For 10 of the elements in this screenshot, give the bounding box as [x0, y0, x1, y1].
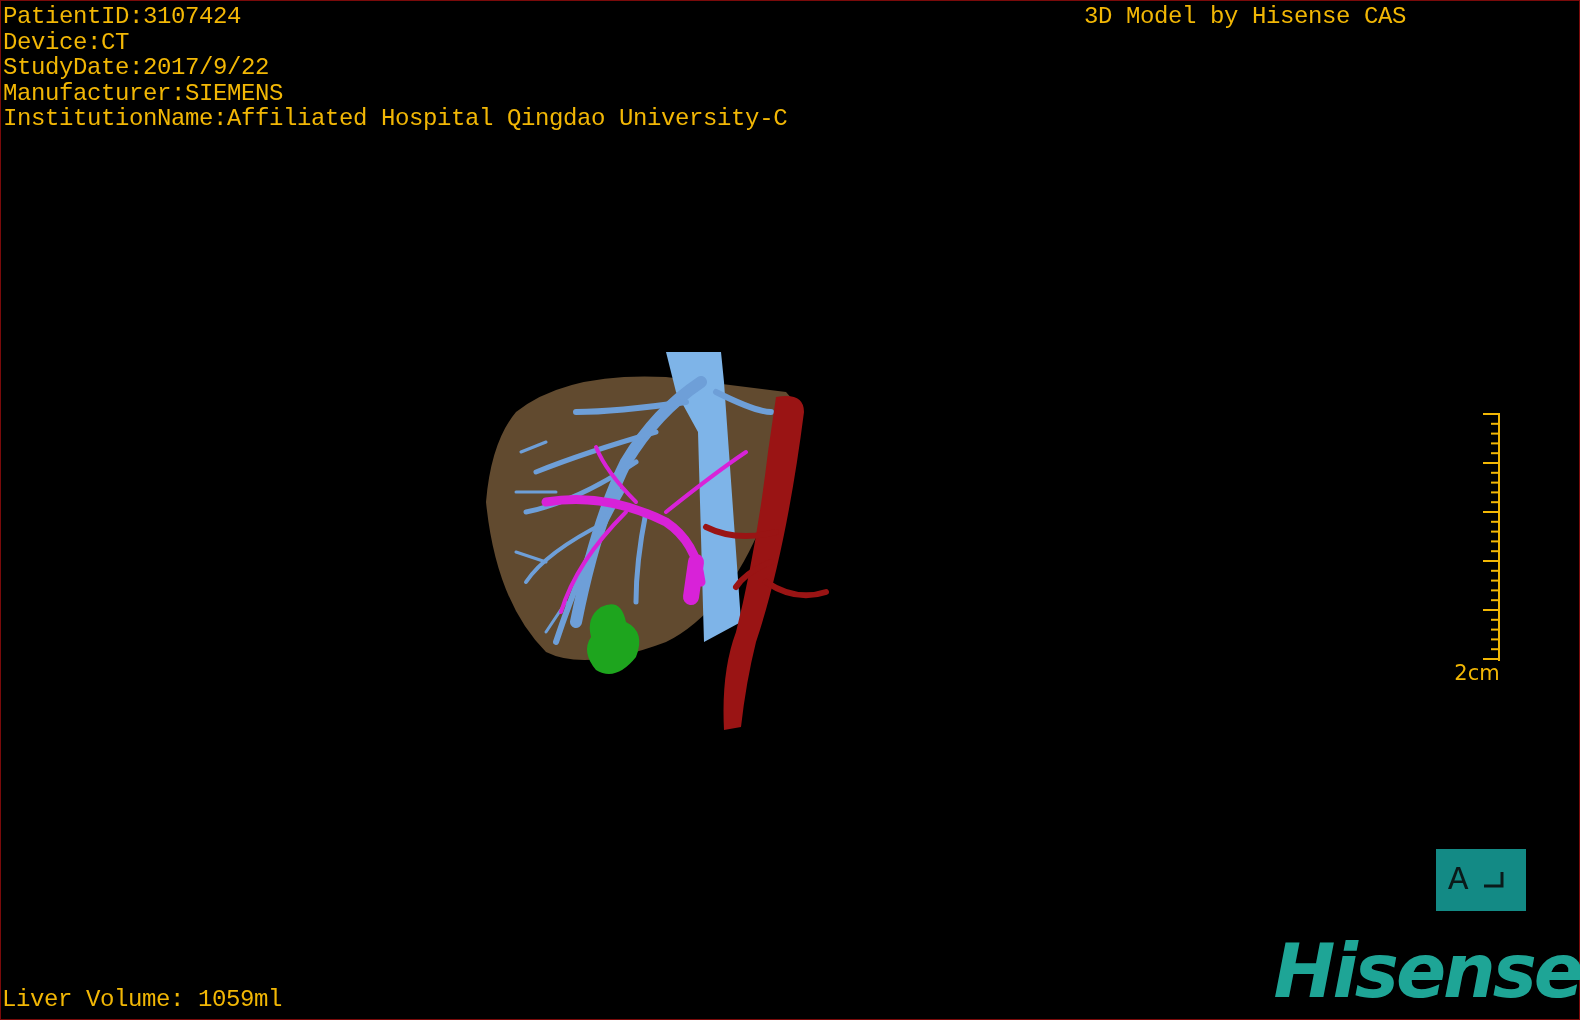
study-info-text: Device:CT [3, 29, 131, 55]
scale-label: 2cm [1454, 661, 1500, 684]
liver-volume-text: Liver Volume: 1059ml [1, 987, 283, 1015]
orientation-marker: A [1436, 849, 1526, 911]
corner-icon [1484, 872, 1504, 888]
study-info-text: Manufacturer:SIEMENS [3, 80, 285, 106]
study-info-text: StudyDate:2017/9/22 [3, 55, 271, 81]
study-info-text: PatientID:3107424 [3, 4, 243, 30]
model-title: 3D Model by Hisense CAS [1083, 4, 1406, 30]
study-info-text: InstitutionName:Affiliated Hospital Qingdao University-C [3, 106, 788, 132]
